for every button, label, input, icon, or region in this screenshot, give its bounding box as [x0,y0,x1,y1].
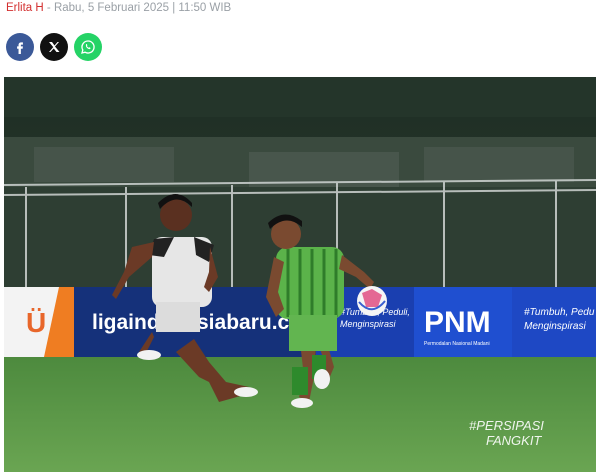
share-x-button[interactable] [40,33,68,61]
article-byline: Erlita H - Rabu, 5 Februari 2025 | 11:50… [6,2,231,14]
svg-text:Menginspirasi: Menginspirasi [524,321,586,332]
board-text-pnm: PNM [424,306,491,339]
photo-watermark-line2: FANGKIT [486,433,542,448]
svg-text:#Tumbuh, Pedu: #Tumbuh, Pedu [524,307,595,318]
svg-text:Permodalan Nasional Madani: Permodalan Nasional Madani [424,341,490,347]
facebook-icon [17,42,23,54]
photo-watermark-line1: #PERSIPASI [469,418,544,433]
byline-separator: - [43,2,54,14]
author-link[interactable]: Erlita H [6,2,44,14]
whatsapp-icon [81,40,95,54]
share-bar [6,33,102,61]
x-icon [49,42,60,52]
svg-text:Ü: Ü [26,307,46,338]
svg-text:Menginspirasi: Menginspirasi [340,319,397,329]
share-whatsapp-button[interactable] [74,33,102,61]
football [357,286,387,316]
publish-date: Rabu, 5 Februari 2025 | 11:50 WIB [53,2,232,14]
article-photo: Ü ligaindonesiabaru.com #Tumbuh, Peduli,… [4,77,596,472]
share-facebook-button[interactable] [6,33,34,61]
